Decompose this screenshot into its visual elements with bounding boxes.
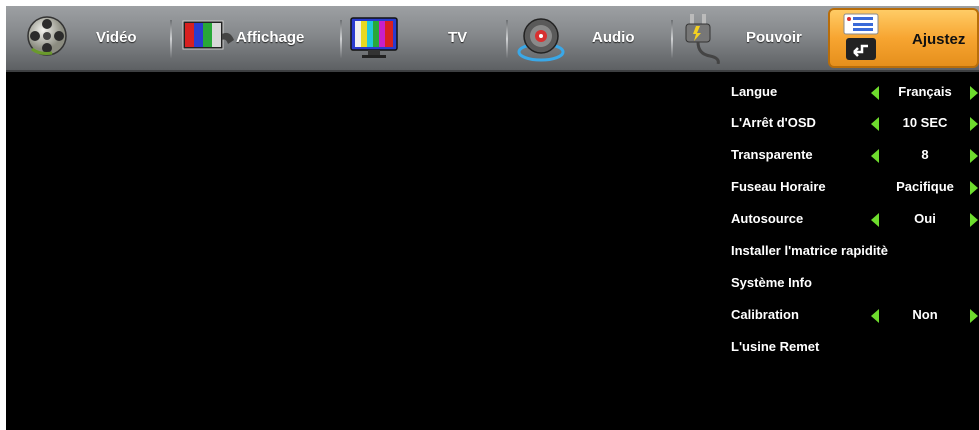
arrow-left-icon[interactable] — [871, 213, 879, 227]
tab-divider — [170, 20, 172, 58]
setting-osd-timeout[interactable]: L'Arrêt d'OSD 10 SEC — [731, 110, 979, 140]
setting-calibration[interactable]: Calibration Non — [731, 302, 979, 332]
setting-label: Fuseau Horaire — [731, 179, 826, 194]
tab-adjust[interactable]: Ajustez — [828, 8, 979, 68]
setting-label: L'usine Remet — [731, 339, 820, 354]
arrow-right-icon[interactable] — [970, 117, 978, 131]
tab-label: TV — [448, 29, 468, 46]
setting-matrix-speed[interactable]: Installer l'matrice rapiditè — [731, 238, 979, 268]
setting-value: Français — [898, 84, 952, 99]
tab-tv[interactable]: TV — [344, 6, 504, 70]
arrow-left-icon[interactable] — [871, 86, 879, 100]
tab-divider — [671, 20, 673, 58]
arrow-right-icon[interactable] — [970, 149, 978, 163]
arrow-right-icon[interactable] — [970, 181, 978, 195]
arrow-right-icon[interactable] — [970, 213, 978, 227]
tab-audio[interactable]: Audio — [510, 6, 670, 70]
menu-tab-bar: Vidéo Affichage TV Audio Pouvoir Ajustez — [6, 6, 979, 72]
power-plug-icon — [682, 12, 722, 68]
setting-label: Autosource — [731, 211, 804, 226]
setting-language[interactable]: Langue Français — [731, 79, 979, 109]
color-bars-icon — [182, 20, 236, 60]
monitor-icon — [350, 17, 398, 63]
tab-display[interactable]: Affichage — [174, 6, 334, 70]
tab-divider — [506, 20, 508, 58]
setting-label: L'Arrêt d'OSD — [731, 115, 816, 130]
speaker-icon — [516, 14, 566, 66]
arrow-right-icon[interactable] — [970, 86, 978, 100]
setting-value: Oui — [914, 211, 936, 226]
tab-label: Vidéo — [96, 29, 137, 46]
tab-label: Affichage — [236, 29, 305, 46]
tab-label: Pouvoir — [746, 29, 802, 46]
setting-autosource[interactable]: Autosource Oui — [731, 206, 979, 236]
setting-label: Transparente — [731, 147, 813, 162]
arrow-right-icon[interactable] — [970, 309, 978, 323]
setting-transparency[interactable]: Transparente 8 — [731, 142, 979, 172]
tab-label: Ajustez — [912, 31, 966, 48]
film-reel-icon — [26, 15, 68, 61]
setting-value: 8 — [921, 147, 929, 162]
setting-value: Pacifique — [896, 179, 954, 194]
setting-time-zone[interactable]: Fuseau Horaire Pacifique — [731, 174, 979, 204]
settings-list-icon — [840, 12, 882, 68]
tab-power[interactable]: Pouvoir — [674, 6, 824, 70]
arrow-left-icon[interactable] — [871, 117, 879, 131]
setting-value: Non — [912, 307, 938, 322]
tab-divider — [340, 20, 342, 58]
setting-label: Système Info — [731, 275, 812, 290]
setting-label: Calibration — [731, 307, 799, 322]
setting-system-info[interactable]: Système Info — [731, 270, 979, 300]
tab-label: Audio — [592, 29, 635, 46]
setting-factory-reset[interactable]: L'usine Remet — [731, 334, 979, 364]
setting-label: Langue — [731, 84, 778, 99]
arrow-left-icon[interactable] — [871, 309, 879, 323]
tab-video[interactable]: Vidéo — [6, 6, 166, 70]
setting-label: Installer l'matrice rapiditè — [731, 243, 888, 258]
arrow-left-icon[interactable] — [871, 149, 879, 163]
setting-value: 10 SEC — [902, 115, 948, 130]
